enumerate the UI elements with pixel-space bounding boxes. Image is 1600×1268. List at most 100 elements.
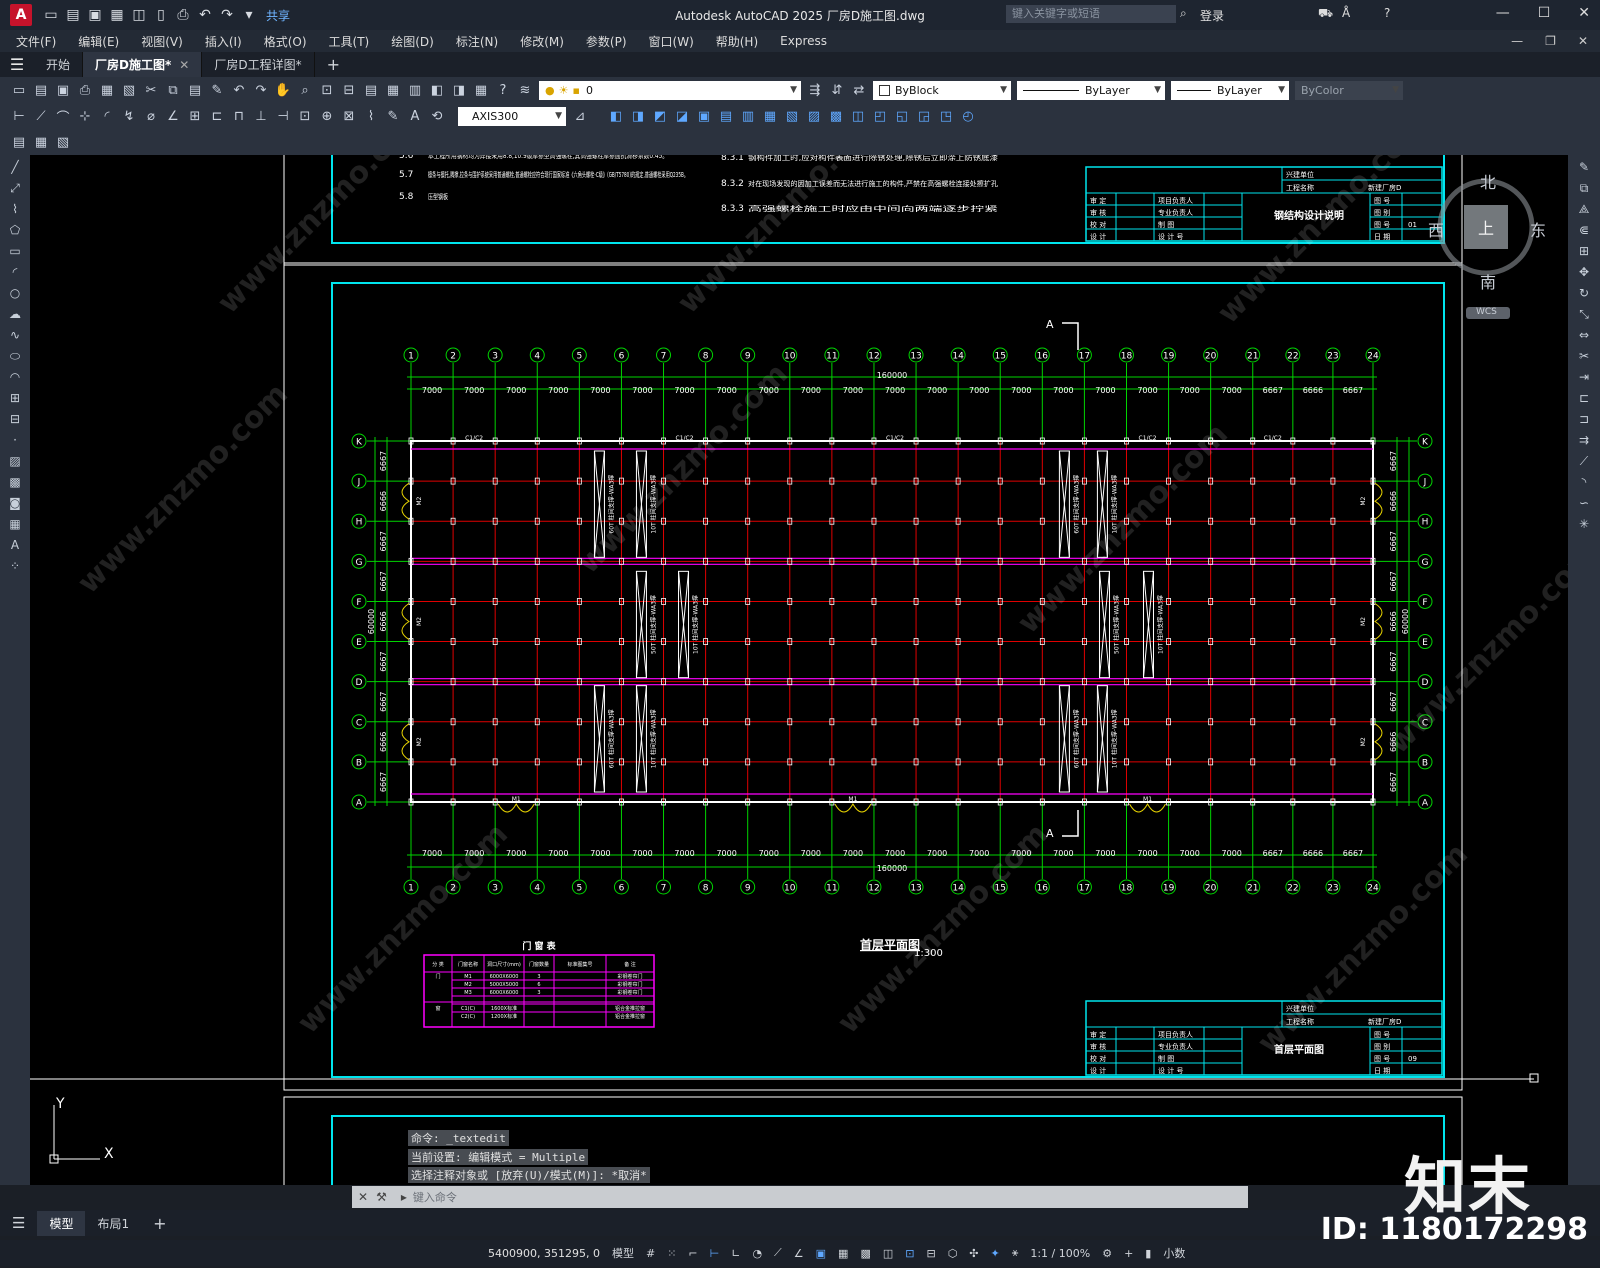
3d-osnap-icon[interactable]: ⊡: [905, 1247, 914, 1260]
autodesk-app-icon[interactable]: Å: [1342, 6, 1350, 20]
view-cube-blue-icon[interactable]: ◧: [607, 107, 625, 125]
menu-format[interactable]: 格式(O): [253, 33, 318, 50]
view-blue-15-icon[interactable]: ◲: [915, 107, 933, 125]
zoom-window-icon[interactable]: ⊡: [318, 81, 336, 99]
autocad-logo-icon[interactable]: A: [10, 4, 32, 26]
ellipse-arc-icon[interactable]: ◠: [6, 368, 24, 386]
properties-icon[interactable]: ▤: [362, 81, 380, 99]
hamburger-menu-icon[interactable]: ☰: [0, 55, 34, 74]
express-tool-3-icon[interactable]: ▧: [54, 133, 72, 151]
lineweight-toggle-icon[interactable]: ▦: [838, 1247, 848, 1260]
move-icon[interactable]: ✥: [1575, 263, 1593, 281]
save-icon[interactable]: ▣: [87, 7, 103, 23]
tool-palettes-icon[interactable]: ▥: [406, 81, 424, 99]
polygon-icon[interactable]: ⬠: [6, 221, 24, 239]
close-command-line-icon[interactable]: ✕: [358, 1190, 368, 1204]
menu-edit[interactable]: 编辑(E): [67, 33, 130, 50]
view-blue-4-icon[interactable]: ◪: [673, 107, 691, 125]
close-tab-icon[interactable]: ✕: [179, 58, 189, 72]
preview-icon[interactable]: ▦: [98, 81, 116, 99]
doc-minimize-icon[interactable]: —: [1511, 34, 1523, 48]
print-icon[interactable]: ⎙: [175, 7, 191, 23]
open-icon[interactable]: ▤: [32, 81, 50, 99]
join-icon[interactable]: ⇉: [1575, 431, 1593, 449]
view-blue-14-icon[interactable]: ◱: [893, 107, 911, 125]
zoom-realtime-icon[interactable]: ⌕: [296, 81, 314, 99]
paste-icon[interactable]: ▤: [186, 81, 204, 99]
view-blue-7-icon[interactable]: ▥: [739, 107, 757, 125]
express-tool-2-icon[interactable]: ▦: [32, 133, 50, 151]
annotation-visibility-icon[interactable]: ✦: [991, 1247, 1000, 1260]
dropdown-icon[interactable]: ▾: [241, 7, 257, 23]
break-icon[interactable]: ⊣: [274, 107, 292, 125]
annotation-scale[interactable]: 1:1 / 100%: [1030, 1247, 1090, 1260]
point-icon[interactable]: ·: [6, 431, 24, 449]
view-blue-3-icon[interactable]: ◩: [651, 107, 669, 125]
publish-icon[interactable]: ▧: [120, 81, 138, 99]
tolerance-icon[interactable]: ⊡: [296, 107, 314, 125]
command-prompt-icon[interactable]: ▸: [401, 1190, 407, 1204]
ellipse-icon[interactable]: ⬭: [6, 347, 24, 365]
compass-north[interactable]: 北: [1480, 169, 1496, 193]
angular-icon[interactable]: ∠: [164, 107, 182, 125]
view-blue-6-icon[interactable]: ▤: [717, 107, 735, 125]
auto-scale-icon[interactable]: ⚹: [1012, 1246, 1019, 1260]
maximize-icon[interactable]: ☐: [1538, 5, 1551, 21]
menu-modify[interactable]: 修改(M): [509, 33, 575, 50]
menu-view[interactable]: 视图(V): [130, 33, 194, 50]
ortho-icon[interactable]: ∟: [731, 1247, 740, 1260]
lineweight-dropdown[interactable]: ByLayer ▼: [1171, 80, 1289, 100]
construction-line-icon[interactable]: ⤢: [6, 179, 24, 197]
compass-east[interactable]: 东: [1530, 217, 1546, 241]
new-tab-button[interactable]: +: [315, 52, 352, 77]
infer-icon[interactable]: ⌐: [688, 1247, 697, 1260]
print-icon[interactable]: ⎙: [76, 81, 94, 99]
markup-icon[interactable]: ◨: [450, 81, 468, 99]
zoom-previous-icon[interactable]: ⊟: [340, 81, 358, 99]
rectangle-icon[interactable]: ▭: [6, 242, 24, 260]
chamfer-icon[interactable]: ⟋: [1575, 452, 1593, 470]
menu-tools[interactable]: 工具(T): [318, 33, 381, 50]
open-file-icon[interactable]: ▤: [65, 7, 81, 23]
tab-factory-d-construction[interactable]: 厂房D施工图* ✕: [83, 52, 203, 77]
mobile-icon[interactable]: ▯: [153, 7, 169, 23]
stretch-icon[interactable]: ⇔: [1575, 326, 1593, 344]
calculator-icon[interactable]: ▦: [472, 81, 490, 99]
pan-icon[interactable]: ✋: [274, 81, 292, 99]
continue-icon[interactable]: ⊓: [230, 107, 248, 125]
design-center-icon[interactable]: ▦: [384, 81, 402, 99]
add-layout-button[interactable]: +: [141, 1214, 178, 1233]
view-blue-8-icon[interactable]: ▦: [761, 107, 779, 125]
explode-icon[interactable]: ✳: [1575, 515, 1593, 533]
view-blue-9-icon[interactable]: ▧: [783, 107, 801, 125]
view-blue-2-icon[interactable]: ◨: [629, 107, 647, 125]
menu-insert[interactable]: 插入(I): [194, 33, 253, 50]
menu-dimension[interactable]: 标注(N): [445, 33, 509, 50]
model-space-button[interactable]: 模型: [612, 1245, 634, 1261]
array-icon[interactable]: ⊞: [1575, 242, 1593, 260]
units-value[interactable]: 小数: [1163, 1245, 1185, 1261]
save-icon[interactable]: ▣: [54, 81, 72, 99]
inspect-icon[interactable]: ⊠: [340, 107, 358, 125]
compass-south[interactable]: 南: [1480, 269, 1496, 293]
help-icon[interactable]: ?: [494, 81, 512, 99]
cut-icon[interactable]: ✂: [142, 81, 160, 99]
tab-factory-d-details[interactable]: 厂房D工程详图*: [202, 52, 315, 77]
rotate-icon[interactable]: ↻: [1575, 284, 1593, 302]
dim-update-icon[interactable]: ⟲: [428, 107, 446, 125]
extend-icon[interactable]: ⇥: [1575, 368, 1593, 386]
mirror-icon[interactable]: ⟁: [1575, 200, 1593, 218]
new-icon[interactable]: ▭: [10, 81, 28, 99]
view-blue-11-icon[interactable]: ▩: [827, 107, 845, 125]
dynamic-ucs-icon[interactable]: ⊟: [926, 1247, 935, 1260]
doc-restore-icon[interactable]: ❐: [1545, 34, 1556, 48]
wcs-menu[interactable]: WCS: [1476, 307, 1497, 317]
view-cube-top-face[interactable]: 上: [1478, 215, 1494, 239]
gradient-icon[interactable]: ▩: [6, 473, 24, 491]
annotation-monitor-icon[interactable]: +: [1124, 1247, 1133, 1260]
view-blue-16-icon[interactable]: ◳: [937, 107, 955, 125]
layer-properties-icon[interactable]: ≋: [516, 81, 534, 99]
erase-icon[interactable]: ✎: [1575, 158, 1593, 176]
view-blue-17-icon[interactable]: ◴: [959, 107, 977, 125]
minimize-icon[interactable]: —: [1496, 5, 1510, 21]
